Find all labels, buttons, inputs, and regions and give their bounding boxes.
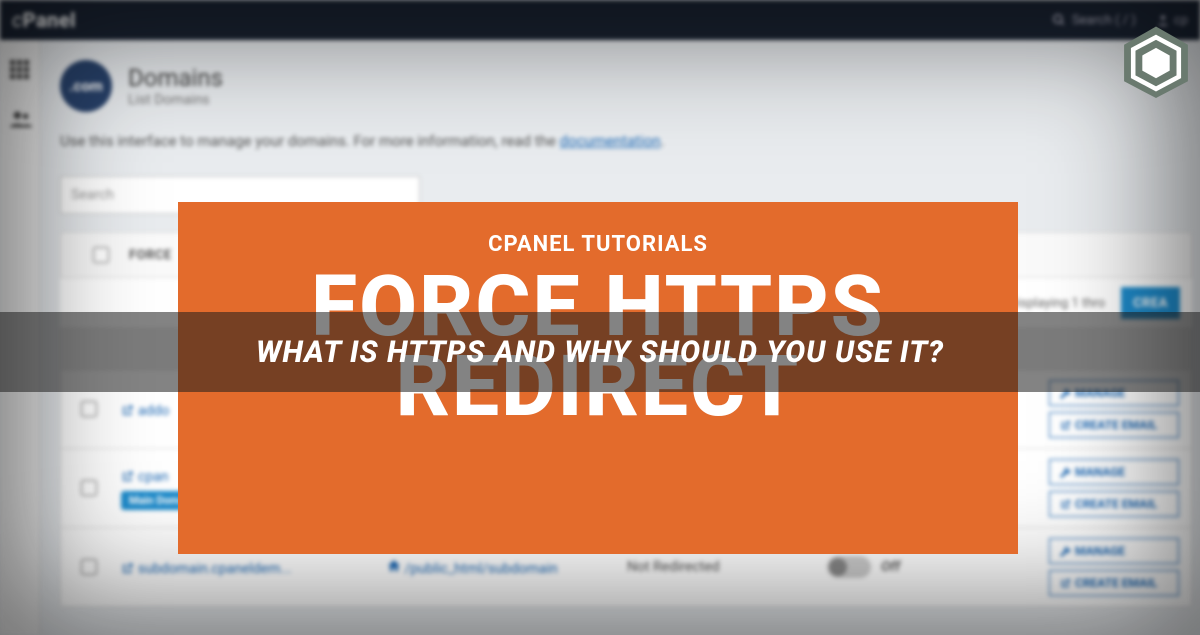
- external-link-icon: [1060, 578, 1071, 589]
- page-subtitle: List Domains: [128, 92, 223, 108]
- select-all-checkbox[interactable]: [93, 247, 109, 263]
- brand-logo: cPanel: [12, 8, 76, 32]
- create-email-button[interactable]: CREATE EMAIL: [1049, 491, 1179, 517]
- home-icon: [387, 559, 401, 573]
- external-link-icon: [1060, 420, 1071, 431]
- sidebar-users-icon[interactable]: [10, 110, 30, 130]
- caption-bar: WHAT IS HTTPS AND WHY SHOULD YOU USE IT?: [0, 312, 1200, 392]
- page-icon: .com: [60, 60, 112, 112]
- row-checkbox[interactable]: [81, 401, 97, 417]
- https-toggle[interactable]: [827, 556, 871, 578]
- toggle-label: Off: [881, 559, 900, 575]
- search-icon: [1052, 13, 1066, 27]
- domain-link[interactable]: cpan: [121, 469, 169, 485]
- force-label: FORCE: [129, 248, 172, 263]
- page-title: Domains: [128, 64, 223, 92]
- corner-logo-icon: [1118, 22, 1194, 102]
- external-link-icon: [121, 470, 134, 483]
- wrench-icon: [1060, 467, 1071, 478]
- topbar: cPanel Search ( / ) cp: [0, 0, 1200, 40]
- intro-text: Use this interface to manage your domain…: [60, 132, 1192, 150]
- document-root-link[interactable]: /public_html/subdomain: [387, 561, 558, 577]
- domain-link[interactable]: subdomain.cpaneldem...: [121, 561, 291, 577]
- row-checkbox[interactable]: [81, 559, 97, 575]
- caption-text: WHAT IS HTTPS AND WHY SHOULD YOU USE IT?: [256, 335, 944, 370]
- domain-link[interactable]: addo: [121, 403, 169, 419]
- create-email-button[interactable]: CREATE EMAIL: [1049, 570, 1179, 596]
- manage-button[interactable]: MANAGE: [1049, 538, 1179, 564]
- wrench-icon: [1060, 546, 1071, 557]
- row-checkbox[interactable]: [81, 480, 97, 496]
- tutorial-kicker: CPANEL TUTORIALS: [488, 232, 708, 257]
- redirect-status: Not Redirected: [627, 559, 827, 575]
- create-email-button[interactable]: CREATE EMAIL: [1049, 412, 1179, 438]
- pagination-status: Displaying 1 thro: [1009, 296, 1106, 311]
- external-link-icon: [1060, 499, 1071, 510]
- documentation-link[interactable]: documentation: [560, 132, 661, 150]
- sidebar-apps-icon[interactable]: [10, 60, 30, 80]
- manage-button[interactable]: MANAGE: [1049, 459, 1179, 485]
- external-link-icon: [121, 562, 134, 575]
- external-link-icon: [121, 404, 134, 417]
